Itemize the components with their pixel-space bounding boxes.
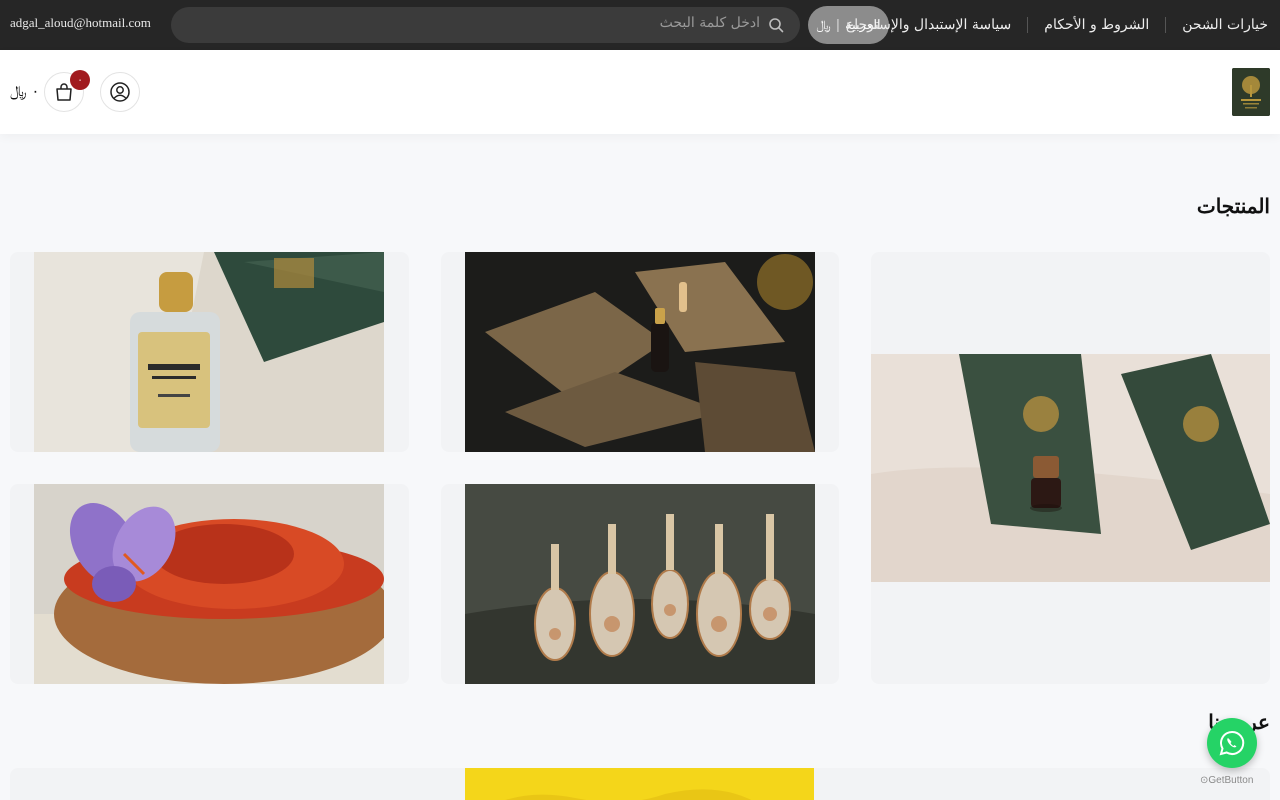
account-button[interactable] <box>100 72 140 112</box>
cart-total: ٠ ﷼ <box>10 82 40 100</box>
category-image-glass-bottles <box>465 484 815 684</box>
cart-count-badge: ٠ <box>70 70 90 90</box>
getbutton-text: GetButton <box>1208 775 1254 786</box>
top-links: خيارات الشحن الشروط و الأحكام سياسة الإس… <box>830 0 1268 50</box>
store-logo[interactable] <box>1232 68 1270 116</box>
getbutton-label[interactable]: ⊙GetButton <box>1200 775 1253 786</box>
category-card[interactable] <box>871 252 1270 684</box>
search-input[interactable]: ادخل كلمة البحث <box>660 15 760 31</box>
category-image-oud-wood <box>465 252 815 452</box>
link-divider <box>1165 17 1167 33</box>
category-card[interactable] <box>10 484 409 684</box>
offer-image <box>465 768 814 800</box>
contact-email[interactable]: adgal_aloud@hotmail.com <box>10 15 151 31</box>
search-icon[interactable] <box>768 17 784 33</box>
currency-icon: ﷼ <box>816 17 831 33</box>
category-image-oil-bottle <box>871 354 1270 582</box>
top-bar: adgal_aloud@hotmail.com ادخل كلمة البحث … <box>0 0 1280 50</box>
category-card[interactable] <box>10 252 409 452</box>
link-shipping-options[interactable]: خيارات الشحن <box>1166 17 1268 33</box>
search-field[interactable]: ادخل كلمة البحث <box>171 7 800 43</box>
category-image-perfume-bottle <box>34 252 384 452</box>
products-title: المنتجات <box>1196 194 1270 218</box>
user-icon <box>110 82 130 102</box>
category-image-saffron <box>34 484 384 684</box>
category-card[interactable] <box>441 252 839 452</box>
whatsapp-icon <box>1219 730 1245 756</box>
link-return-policy[interactable]: سياسة الإستبدال والإسترجاع <box>830 17 1027 33</box>
site-header: ٠ ٠ ﷼ <box>0 50 1280 134</box>
offer-banner[interactable] <box>10 768 1270 800</box>
whatsapp-button[interactable] <box>1207 718 1257 768</box>
link-divider <box>1027 17 1029 33</box>
category-card[interactable] <box>441 484 839 684</box>
link-terms[interactable]: الشروط و الأحكام <box>1028 17 1165 33</box>
